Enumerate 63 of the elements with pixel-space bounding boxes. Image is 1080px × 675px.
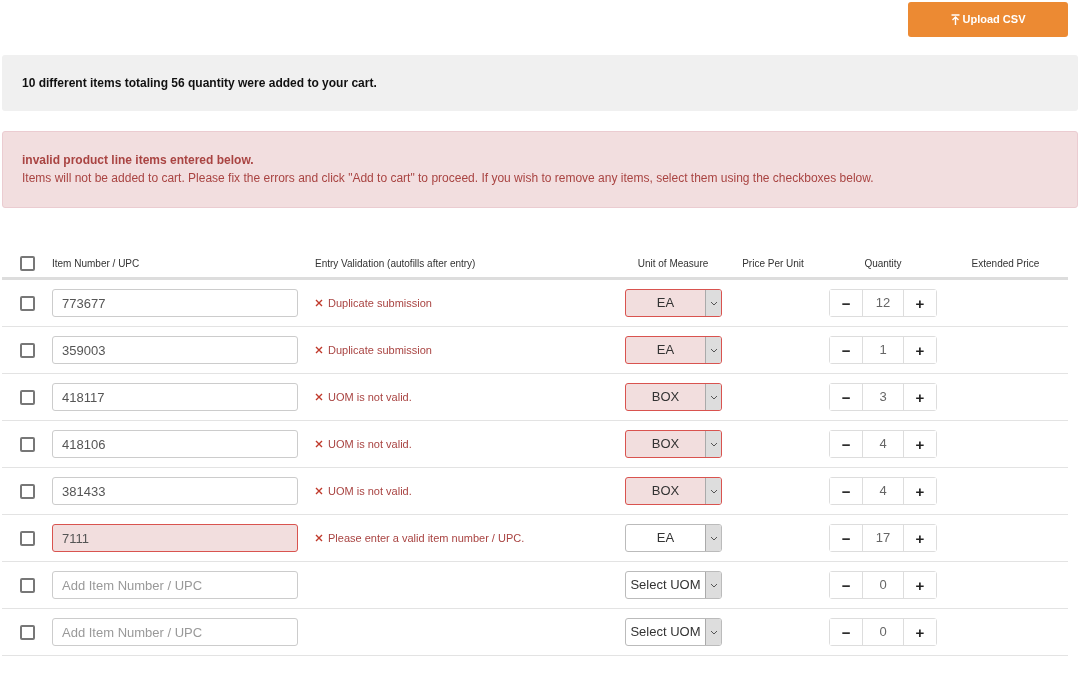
validation-message: UOM is not valid. bbox=[328, 436, 412, 452]
item-number-field[interactable]: 418117 bbox=[52, 383, 298, 411]
column-header: Entry Validation (autofills after entry) bbox=[315, 258, 476, 269]
row-checkbox[interactable] bbox=[20, 625, 35, 641]
quantity-field[interactable]: 1 bbox=[862, 337, 904, 363]
item-number-field[interactable]: 381433 bbox=[52, 477, 298, 505]
row-checkbox[interactable] bbox=[20, 296, 35, 312]
alert-message: Items will not be added to cart. Please fix the errors and click "Add to cart" to proceed. If you wish to remove any items, select them using the checkboxes below. bbox=[22, 170, 875, 187]
caret-icon bbox=[709, 535, 718, 541]
item-number-field[interactable]: 773677 bbox=[52, 289, 298, 317]
item-number-field[interactable]: 7111 bbox=[52, 524, 298, 552]
validation-message: Duplicate submission bbox=[328, 342, 432, 358]
row-checkbox[interactable] bbox=[20, 343, 35, 359]
unit-of-measure-select[interactable]: BOX bbox=[625, 430, 722, 458]
row-checkbox[interactable] bbox=[20, 531, 35, 547]
validation-message: UOM is not valid. bbox=[328, 389, 412, 405]
error-x-icon bbox=[315, 440, 323, 448]
item-number-field[interactable]: Add Item Number / UPC bbox=[52, 618, 298, 646]
quantity-field[interactable]: 12 bbox=[862, 290, 904, 316]
unit-of-measure-select[interactable]: Select UOM bbox=[625, 571, 722, 599]
error-x-icon bbox=[315, 534, 323, 542]
item-number-field[interactable]: Add Item Number / UPC bbox=[52, 571, 298, 599]
quantity-field[interactable]: 0 bbox=[862, 619, 904, 645]
alert-title: invalid product line items entered below. bbox=[22, 152, 255, 169]
quantity-field[interactable]: 4 bbox=[862, 478, 904, 504]
column-header: Extended Price bbox=[971, 258, 1040, 269]
row-checkbox[interactable] bbox=[20, 484, 35, 500]
unit-of-measure-select[interactable]: BOX bbox=[625, 383, 722, 411]
unit-of-measure-select[interactable]: BOX bbox=[625, 477, 722, 505]
validation-message: UOM is not valid. bbox=[328, 483, 412, 499]
column-header: Quantity bbox=[864, 257, 902, 271]
quantity-field[interactable]: 3 bbox=[862, 384, 904, 410]
caret-icon bbox=[709, 488, 718, 494]
caret-icon bbox=[709, 300, 718, 306]
select-all-checkbox[interactable] bbox=[20, 256, 35, 272]
row-checkbox[interactable] bbox=[20, 578, 35, 594]
caret-icon bbox=[709, 582, 718, 588]
unit-of-measure-select[interactable]: EA bbox=[625, 524, 722, 552]
error-x-icon bbox=[315, 299, 323, 307]
column-header: Unit of Measure bbox=[637, 258, 709, 269]
column-header: Price Per Unit bbox=[742, 258, 804, 269]
caret-icon bbox=[709, 394, 718, 400]
error-x-icon bbox=[315, 487, 323, 495]
quantity-field[interactable]: 4 bbox=[862, 431, 904, 457]
error-x-icon bbox=[315, 393, 323, 401]
upload-icon bbox=[950, 14, 960, 25]
unit-of-measure-select[interactable]: EA bbox=[625, 289, 722, 317]
item-number-field[interactable]: 359003 bbox=[52, 336, 298, 364]
row-checkbox[interactable] bbox=[20, 390, 35, 406]
caret-icon bbox=[709, 629, 718, 635]
item-number-field[interactable]: 418106 bbox=[52, 430, 298, 458]
unit-of-measure-select[interactable]: EA bbox=[625, 336, 722, 364]
validation-message: Duplicate submission bbox=[328, 295, 432, 311]
error-x-icon bbox=[315, 346, 323, 354]
quantity-field[interactable]: 0 bbox=[862, 572, 904, 598]
unit-of-measure-select[interactable]: Select UOM bbox=[625, 618, 722, 646]
quantity-field[interactable]: 17 bbox=[862, 525, 904, 551]
caret-icon bbox=[709, 441, 718, 447]
validation-message: Please enter a valid item number / UPC. bbox=[328, 530, 525, 546]
row-checkbox[interactable] bbox=[20, 437, 35, 453]
cart-summary-message: 10 different items totaling 56 quantity were added to your cart. bbox=[2, 55, 1078, 111]
column-header: Item Number / UPC bbox=[52, 258, 140, 269]
caret-icon bbox=[709, 347, 718, 353]
